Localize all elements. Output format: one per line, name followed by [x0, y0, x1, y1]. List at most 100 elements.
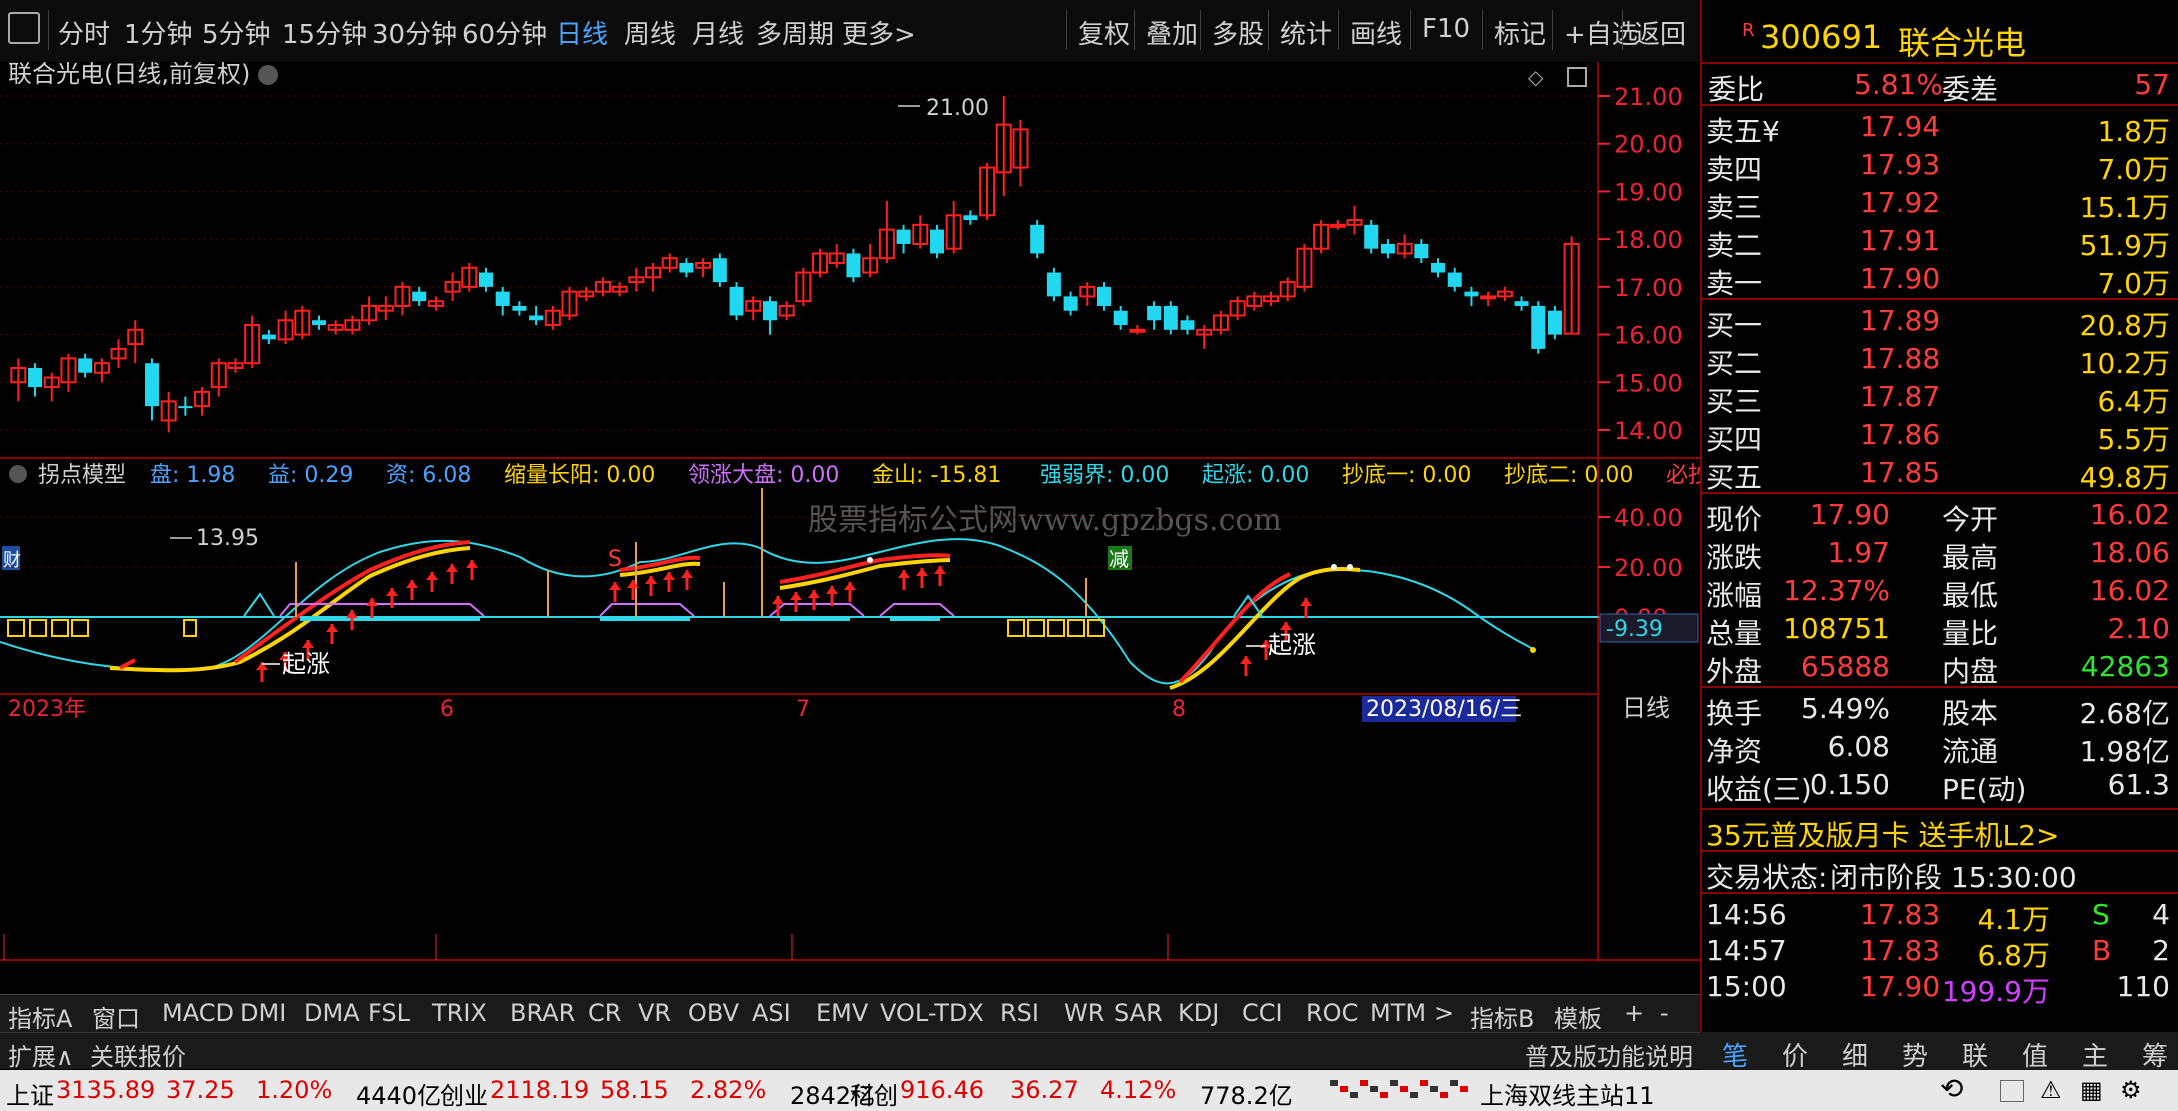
action-button-2[interactable]: 多股	[1212, 14, 1264, 51]
action-button-6[interactable]: 标记	[1494, 14, 1546, 51]
action-button-8[interactable]: 返回	[1634, 14, 1686, 51]
index-name[interactable]: 创业	[440, 1076, 488, 1111]
ask-volume: 51.9万	[2079, 229, 2170, 262]
ask-row: 卖三 17.92 15.1万	[1702, 184, 2178, 224]
candle	[1030, 220, 1045, 259]
bid-price: 17.89	[1860, 304, 1941, 337]
ask-price: 17.94	[1860, 110, 1941, 143]
stat2-label-2: PE(动)	[1942, 773, 2027, 806]
sidebar-toggle-icon[interactable]	[8, 12, 40, 44]
indicator-tab-15[interactable]: WR	[1064, 999, 1104, 1027]
index-name[interactable]: 上证	[6, 1076, 54, 1111]
indicator-tab-2[interactable]: MACD	[162, 999, 234, 1027]
index-name[interactable]: 科创	[850, 1076, 898, 1111]
index-percent: 1.20%	[256, 1076, 333, 1104]
indicator-tab-10[interactable]: OBV	[688, 999, 739, 1027]
action-button-7[interactable]: +自选	[1564, 14, 1638, 51]
warning-icon[interactable]: ⚠	[2040, 1076, 2062, 1104]
quote-tab-1[interactable]: 价	[1782, 1036, 1808, 1073]
period-tab-0[interactable]: 分时	[58, 14, 110, 51]
indicator-tab-14[interactable]: RSI	[1000, 999, 1039, 1027]
action-button-1[interactable]: 叠加	[1146, 14, 1198, 51]
indicator-param-6: 强弱界: 0.00	[1040, 463, 1169, 488]
kline-chart-area[interactable]: 联合光电(日线,前复权) 21.00 20.00 19.00 18.00 17.00 16.…	[0, 62, 1700, 962]
ask-price: 17.91	[1860, 224, 1941, 257]
indicator-tab-4[interactable]: DMA	[304, 999, 360, 1027]
stat2-value-2: 1.98亿	[2079, 735, 2170, 768]
period-tab-7[interactable]: 周线	[624, 14, 676, 51]
ask-volume: 1.8万	[2097, 115, 2170, 148]
action-button-4[interactable]: 画线	[1350, 14, 1402, 51]
indicator-tab-13[interactable]: VOL-TDX	[880, 999, 984, 1027]
bid-price: 17.86	[1860, 418, 1941, 451]
tab-related-quotes[interactable]: 关联报价	[90, 1037, 186, 1072]
indicator-tab-5[interactable]: FSL	[368, 999, 410, 1027]
tab-help[interactable]: 普及版功能说明	[1525, 1037, 1693, 1072]
indicator-tab-3[interactable]: DMI	[240, 999, 286, 1027]
quote-tab-4[interactable]: 联	[1962, 1036, 1988, 1073]
settings-icon[interactable]: ⚙	[2120, 1076, 2142, 1104]
quote-tab-7[interactable]: 筹	[2142, 1036, 2168, 1073]
indicator-tab-7[interactable]: BRAR	[510, 999, 575, 1027]
indicator-tab-16[interactable]: SAR	[1114, 999, 1163, 1027]
action-button-0[interactable]: 复权	[1078, 14, 1130, 51]
quote-tab-0[interactable]: 笔	[1722, 1036, 1748, 1073]
indicator-dropdown-icon[interactable]	[9, 465, 27, 483]
indicator-tab-11[interactable]: ASI	[752, 999, 791, 1027]
indicator-tab-24[interactable]: +	[1624, 999, 1644, 1027]
indicator-tab-19[interactable]: ROC	[1306, 999, 1358, 1027]
period-tab-3[interactable]: 15分钟	[282, 14, 367, 51]
tick-row: 14:56 17.83 4.1万 S 4	[1702, 896, 2178, 936]
tick-price: 17.90	[1860, 970, 1941, 1003]
window-icon[interactable]	[2000, 1080, 2024, 1102]
bid-price: 17.88	[1860, 342, 1941, 375]
indicator-param-7: 起涨: 0.00	[1202, 463, 1309, 488]
indicator-tab-8[interactable]: CR	[588, 999, 621, 1027]
action-button-5[interactable]: F10	[1422, 14, 1470, 44]
period-tab-10[interactable]: 更多>	[842, 14, 916, 51]
period-tab-8[interactable]: 月线	[692, 14, 744, 51]
quote-tab-6[interactable]: 主	[2082, 1036, 2108, 1073]
indicator-param-4: 领涨大盘: 0.00	[688, 463, 839, 488]
action-button-3[interactable]: 统计	[1280, 14, 1332, 51]
indicator-tab-0[interactable]: 指标A	[8, 999, 72, 1034]
indicator-tab-12[interactable]: EMV	[816, 999, 868, 1027]
indicator-tab-1[interactable]: 窗口	[92, 999, 140, 1034]
indicator-tab-9[interactable]: VR	[638, 999, 671, 1027]
tick-count: 110	[2116, 970, 2170, 1003]
period-tab-4[interactable]: 30分钟	[372, 14, 457, 51]
quote-tab-5[interactable]: 值	[2022, 1036, 2048, 1073]
indicator-tab-21[interactable]: >	[1434, 999, 1454, 1027]
indicator-tab-20[interactable]: MTM	[1370, 999, 1426, 1027]
stat2-label: 净资	[1706, 735, 1763, 768]
stat-label-2: 今开	[1942, 503, 1999, 536]
stat-label: 涨幅	[1706, 579, 1763, 612]
indicator-tab-25[interactable]: -	[1660, 999, 1669, 1027]
grid-icon[interactable]: ▦	[2080, 1076, 2103, 1104]
stat-value: 17.90	[1809, 498, 1890, 531]
chart-dropdown-icon[interactable]	[258, 65, 278, 85]
indicator-tab-18[interactable]: CCI	[1242, 999, 1283, 1027]
quote-tab-3[interactable]: 势	[1902, 1036, 1928, 1073]
indicator-tick: 40.00	[1614, 504, 1683, 532]
promo-link[interactable]: 35元普及版月卡 送手机L2>	[1706, 814, 2059, 854]
indicator-tab-23[interactable]: 模板	[1554, 999, 1602, 1034]
stat-value-2: 2.10	[2107, 612, 2170, 645]
refresh-icon[interactable]: ⟲	[1940, 1072, 1963, 1105]
extension-tabs: 扩展∧ 关联报价 普及版功能说明	[0, 1032, 1700, 1072]
tab-expand[interactable]: 扩展∧	[8, 1037, 74, 1072]
period-tab-2[interactable]: 5分钟	[202, 14, 271, 51]
ask-label: 卖四	[1706, 153, 1763, 186]
period-tab-1[interactable]: 1分钟	[124, 14, 193, 51]
period-tab-5[interactable]: 60分钟	[462, 14, 547, 51]
period-tab-6[interactable]: 日线	[556, 14, 608, 51]
indicator-tab-6[interactable]: TRIX	[432, 999, 487, 1027]
stat2-label: 收益(三)	[1706, 773, 1812, 806]
indicator-tab-22[interactable]: 指标B	[1470, 999, 1534, 1034]
quote-tab-2[interactable]: 细	[1842, 1036, 1868, 1073]
period-tab-9[interactable]: 多周期	[756, 14, 834, 51]
diamond-icon[interactable]: ◇	[1528, 65, 1544, 89]
index-percent: 4.12%	[1100, 1076, 1177, 1104]
indicator-tab-17[interactable]: KDJ	[1178, 999, 1219, 1027]
time-tick: 2023年	[8, 697, 86, 722]
